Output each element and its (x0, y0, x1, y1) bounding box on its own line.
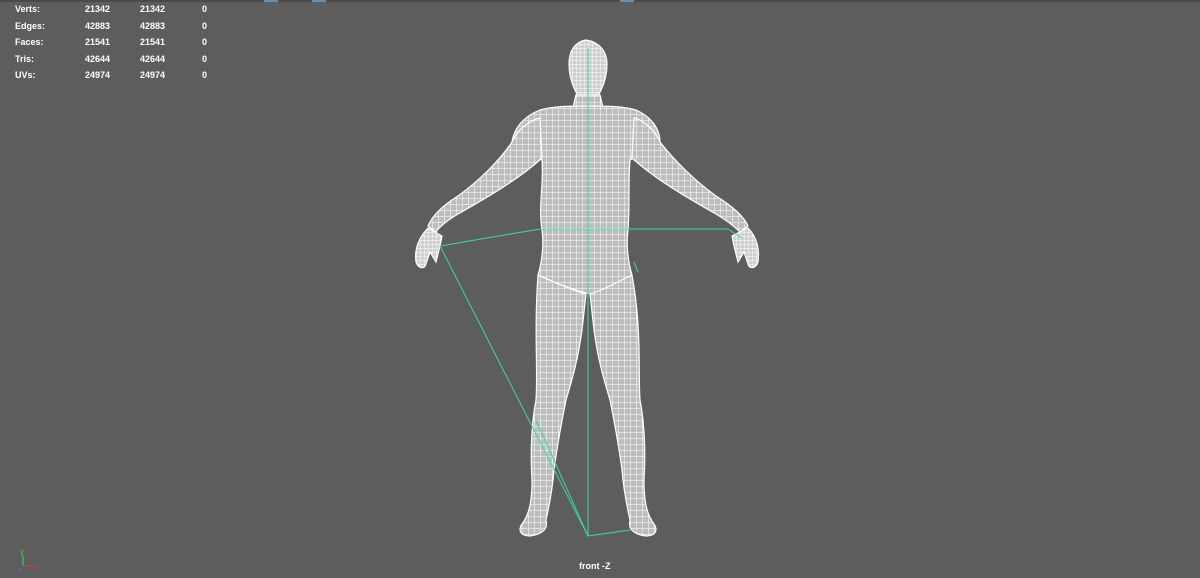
y-axis-label: y (20, 549, 24, 556)
model-hand-left (415, 227, 443, 269)
model-leg-left (519, 274, 587, 537)
z-axis-label: z (18, 568, 21, 574)
axis-gizmo: y x z (18, 549, 39, 574)
viewport-panel[interactable]: Verts: 21342 21342 0 Edges: 42883 42883 … (0, 0, 1200, 578)
camera-label: front -Z (579, 561, 611, 571)
x-axis-label: x (35, 564, 39, 571)
model-arm-left (427, 117, 543, 233)
model-leg-right (589, 274, 657, 537)
model-arm-right (631, 117, 749, 233)
human-model[interactable] (415, 39, 760, 537)
wireframe-mesh[interactable] (0, 0, 1200, 578)
